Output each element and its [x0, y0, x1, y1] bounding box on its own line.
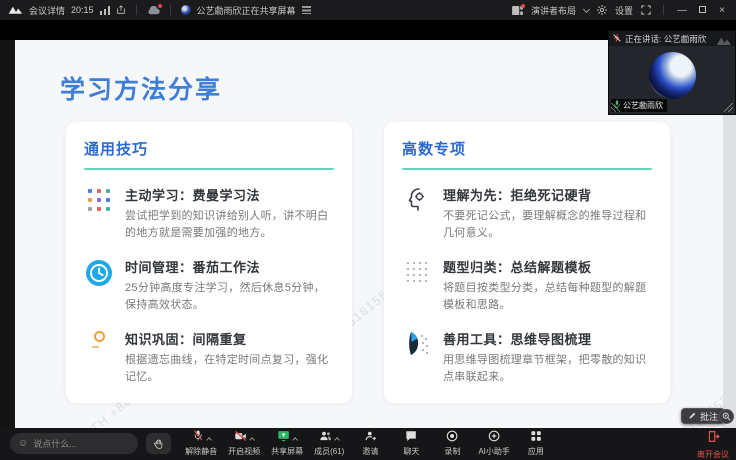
sharer-avatar: [181, 5, 191, 15]
bottom-toolbar: ☺ 说点什么... 解除静音: [0, 428, 736, 460]
item-desc: 25分钟高度专注学习，然后休息5分钟，保持高效状态。: [125, 280, 334, 314]
participant-avatar: [649, 52, 696, 99]
share-export-icon[interactable]: [116, 5, 126, 15]
resize-handle[interactable]: [611, 103, 620, 112]
list-item: 题型归类：总结解题模板 将题目按类型分类，总结每种题型的解题模板和思路。: [402, 257, 652, 314]
item-title: 题型归类：总结解题模板: [443, 257, 652, 276]
item-desc: 将题目按类型分类，总结每种题型的解题模板和思路。: [443, 280, 652, 314]
list-item: 善用工具：思维导图梳理 用思维导图梳理章节框架，把零散的知识点串联起来。: [402, 329, 652, 386]
annotate-label: 批注: [700, 410, 718, 423]
caret-icon[interactable]: [206, 437, 212, 443]
mic-off-icon: [192, 429, 204, 447]
settings-button[interactable]: 设置: [615, 4, 633, 17]
item-desc: 尝试把学到的知识讲给别人听，讲不明白的地方就是需要加强的地方。: [125, 208, 334, 242]
caret-icon[interactable]: [249, 437, 255, 443]
cloud-docs-icon[interactable]: [147, 6, 160, 15]
card-header: 通用技巧: [84, 138, 334, 159]
close-button[interactable]: ×: [716, 5, 728, 16]
card-underline: [402, 168, 652, 170]
list-item: 知识巩固：间隔重复 根据遗忘曲线，在特定时间点复习，强化记忆。: [84, 329, 334, 386]
card-header: 高数专项: [402, 138, 652, 159]
gear-icon[interactable]: [597, 5, 607, 15]
minimize-button[interactable]: —: [676, 5, 688, 16]
speaking-label: 正在讲话: 公艺勴雨欣: [625, 33, 706, 45]
item-desc: 根据遗忘曲线，在特定时间点复习，强化记忆。: [125, 352, 334, 386]
stage-left-gutter: [0, 40, 15, 430]
layout-icon[interactable]: [512, 6, 523, 15]
start-video-button[interactable]: 开启视频: [228, 432, 260, 457]
logo-watermark-icon: [716, 33, 732, 51]
network-flash-icon: [613, 30, 621, 48]
network-signal-icon[interactable]: [100, 6, 110, 15]
item-desc: 不要死记公式，要理解概念的推导过程和几何意义。: [443, 208, 652, 242]
mindmap-icon: [402, 329, 432, 386]
card-general-tips: 通用技巧 主动学习：费曼学习法 尝试把学到的知识讲给别人听，讲不明白的地方就是需…: [66, 122, 352, 403]
chat-input[interactable]: ☺ 说点什么...: [10, 433, 138, 454]
camera-off-icon: [234, 429, 247, 447]
members-icon: [319, 429, 332, 447]
item-title: 善用工具：思维导图梳理: [443, 329, 652, 348]
reaction-button[interactable]: [146, 433, 171, 454]
item-desc: 用思维导图梳理章节框架，把零散的知识点串联起来。: [443, 352, 652, 386]
item-title: 主动学习：费曼学习法: [125, 185, 334, 204]
item-title: 知识巩固：间隔重复: [125, 329, 334, 348]
chat-button[interactable]: 聊天: [396, 432, 426, 457]
share-screen-button[interactable]: 共享屏幕: [271, 432, 303, 457]
fullscreen-icon[interactable]: [641, 5, 651, 15]
unmute-button[interactable]: 解除静音: [185, 432, 217, 457]
thinking-head-icon: [402, 185, 432, 242]
speaker-video-panel[interactable]: 正在讲话: 公艺勴雨欣 公艺勴雨欣: [608, 30, 736, 115]
ai-assistant-button[interactable]: AI小助手: [478, 432, 510, 457]
list-item: 时间管理：番茄工作法 25分钟高度专注学习，然后休息5分钟，保持高效状态。: [84, 257, 334, 314]
meeting-time: 20:15: [71, 5, 94, 15]
meeting-window: 会议详情 20:15 公艺勴雨欣正在共享屏幕: [0, 0, 736, 460]
magnifier-button[interactable]: [719, 409, 734, 424]
ai-assistant-icon: [488, 429, 500, 447]
card-underline: [84, 168, 334, 170]
card-advanced-math: 高数专项 理解为先：拒绝死记硬背 不要死记公式，要理解概念的推导过程和几何意义。…: [384, 122, 670, 403]
invite-button[interactable]: 邀请: [355, 432, 385, 457]
list-item: 理解为先：拒绝死记硬背 不要死记公式，要理解概念的推导过程和几何意义。: [402, 185, 652, 242]
resize-handle[interactable]: [724, 103, 733, 112]
emoji-icon: ☺: [18, 438, 28, 449]
caret-icon[interactable]: [334, 437, 340, 443]
rings-icon: [84, 329, 114, 386]
clock-icon: [84, 257, 114, 314]
record-button[interactable]: 录制: [437, 432, 467, 457]
record-icon: [446, 429, 458, 447]
layout-selector[interactable]: 演讲者布局: [531, 4, 576, 17]
video-panel-header: 正在讲话: 公艺勴雨欣: [609, 31, 735, 46]
list-item: 主动学习：费曼学习法 尝试把学到的知识讲给别人听，讲不明白的地方就是需要加强的地…: [84, 185, 334, 242]
apps-icon: [530, 429, 542, 447]
chat-icon: [405, 429, 417, 447]
invite-icon: [364, 429, 377, 447]
item-title: 理解为先：拒绝死记硬背: [443, 185, 652, 204]
chevron-down-icon: [583, 5, 590, 12]
colorful-grid-icon: [84, 185, 114, 242]
caret-icon[interactable]: [292, 437, 298, 443]
members-button[interactable]: 成员(61): [314, 432, 344, 457]
leave-meeting-button[interactable]: 离开会议: [697, 430, 729, 460]
top-bar: 会议详情 20:15 公艺勴雨欣正在共享屏幕: [0, 0, 736, 20]
slide-title: 学习方法分享: [60, 70, 222, 106]
sharing-banner: 公艺勴雨欣正在共享屏幕: [197, 4, 296, 17]
maximize-button[interactable]: [696, 5, 708, 16]
meeting-details-button[interactable]: 会议详情: [29, 4, 65, 17]
share-view-icon[interactable]: [302, 6, 311, 14]
leave-label: 离开会议: [697, 449, 729, 460]
share-screen-icon: [277, 429, 290, 447]
participant-name: 公艺勴雨欣: [623, 100, 663, 111]
pen-icon: [688, 411, 697, 422]
app-logo-icon: [8, 5, 23, 15]
dots-grid-icon: [402, 257, 432, 314]
leave-door-icon: [707, 430, 720, 448]
chat-placeholder: 说点什么...: [33, 437, 77, 450]
apps-button[interactable]: 应用: [521, 432, 551, 457]
item-title: 时间管理：番茄工作法: [125, 257, 334, 276]
